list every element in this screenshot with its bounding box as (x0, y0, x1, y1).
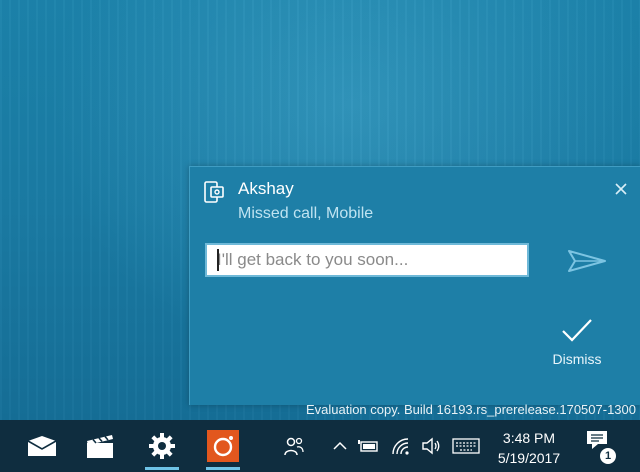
keyboard-icon (452, 438, 480, 454)
wifi-icon (392, 438, 409, 455)
movies-tv-icon (87, 435, 113, 458)
action-center-icon (587, 431, 607, 449)
notification-count-badge: 1 (600, 448, 616, 464)
mail-icon (27, 436, 57, 456)
clock-date: 5/19/2017 (497, 450, 561, 466)
people-button[interactable] (282, 434, 306, 458)
notification-subtitle: Missed call, Mobile (238, 205, 374, 222)
action-center-button[interactable]: 1 (586, 430, 616, 464)
taskbar-camera-button[interactable] (200, 420, 246, 472)
touch-keyboard-button[interactable] (451, 434, 481, 458)
checkmark-icon (562, 319, 592, 342)
clock-button[interactable]: 3:48 PM 5/19/2017 (494, 428, 564, 468)
taskbar-settings-button[interactable] (139, 420, 185, 472)
text-caret (217, 249, 219, 271)
taskbar-mail-button[interactable] (19, 420, 65, 472)
phone-app-icon (204, 181, 224, 203)
close-icon[interactable] (613, 181, 629, 197)
dismiss-label: Dismiss (552, 351, 602, 367)
people-icon (284, 437, 304, 456)
taskbar: 3:48 PM 5/19/2017 1 (0, 420, 640, 472)
volume-icon (422, 437, 440, 455)
settings-gear-icon (149, 433, 175, 459)
volume-button[interactable] (419, 434, 443, 458)
dismiss-button[interactable]: Dismiss (542, 317, 612, 377)
reply-input[interactable] (205, 243, 529, 277)
network-button[interactable] (389, 434, 413, 458)
show-hidden-icons-button[interactable] (328, 434, 352, 458)
battery-button[interactable] (357, 434, 381, 458)
missed-call-notification[interactable]: Akshay Missed call, Mobile Dismiss (189, 166, 640, 405)
taskbar-movies-button[interactable] (77, 420, 123, 472)
notification-title: Akshay (238, 179, 294, 198)
camera-app-icon (207, 430, 239, 462)
send-icon[interactable] (567, 249, 607, 273)
chevron-up-icon (333, 441, 347, 450)
clock-time: 3:48 PM (502, 430, 556, 446)
battery-icon (358, 440, 378, 452)
evaluation-watermark: Evaluation copy. Build 16193.rs_prerelea… (305, 402, 636, 417)
